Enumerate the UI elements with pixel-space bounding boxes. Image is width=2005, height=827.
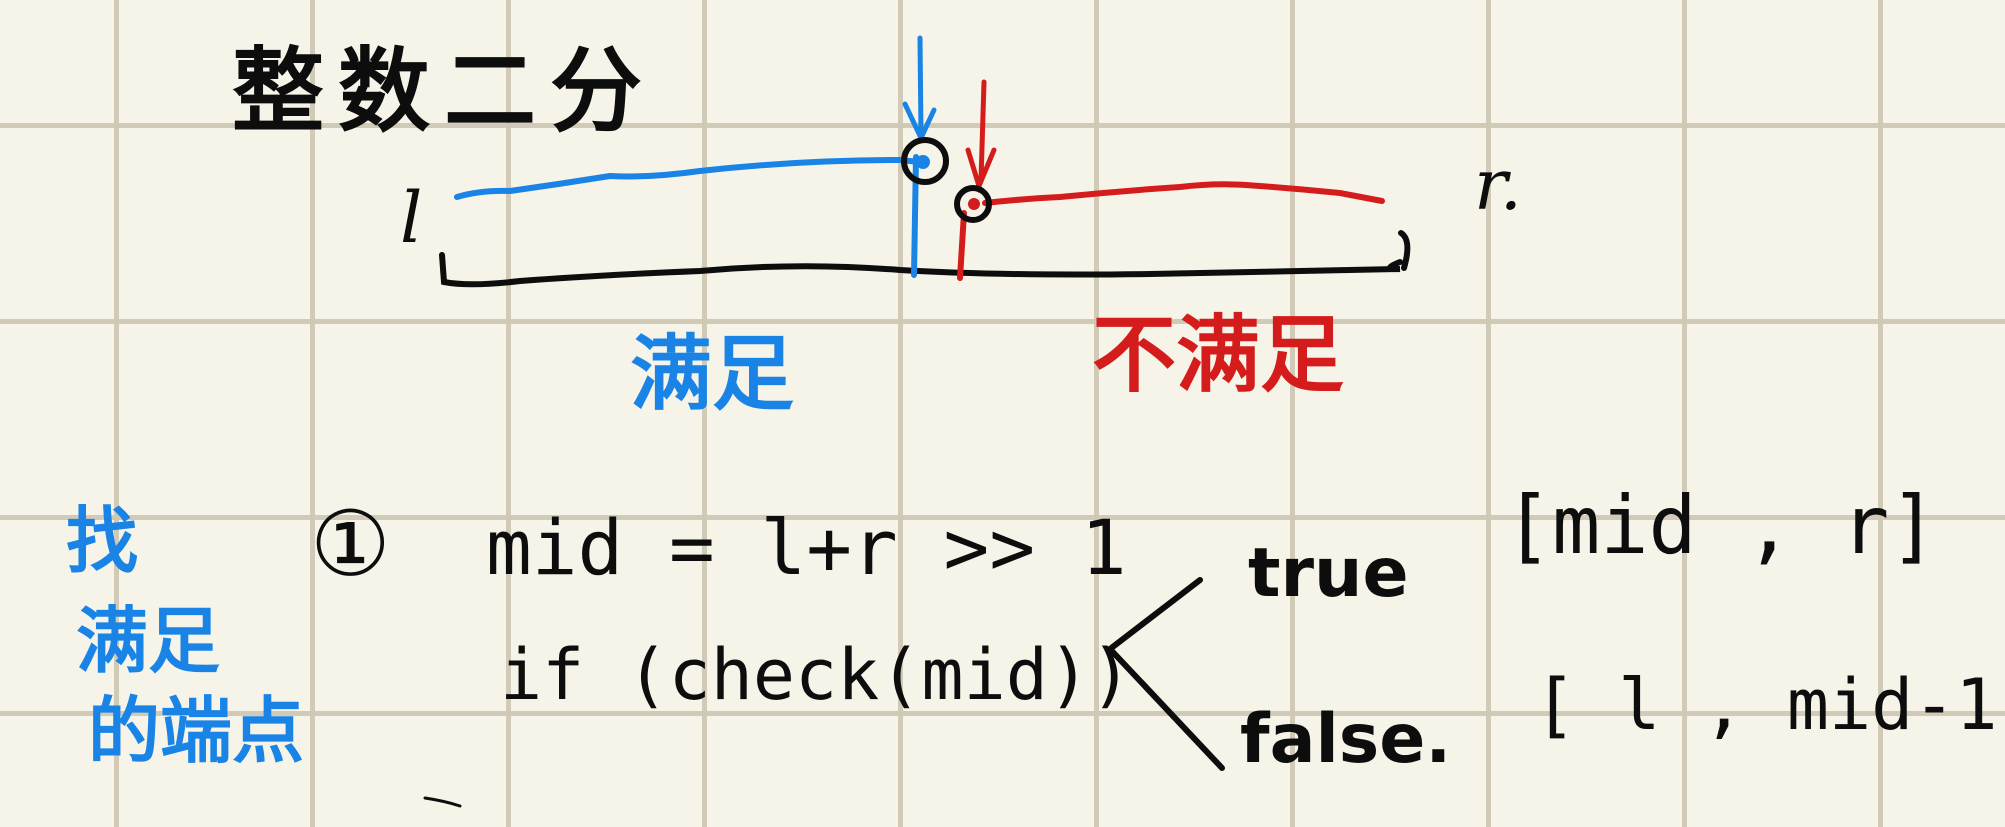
false-condition: false. bbox=[1240, 700, 1452, 779]
blue-boundary-line bbox=[911, 154, 919, 278]
stray-stroke bbox=[423, 796, 462, 808]
not-satisfied-label: 不满足 bbox=[1092, 306, 1345, 404]
title: 整数二分 bbox=[232, 38, 657, 145]
side-note-line-1: 找 bbox=[66, 499, 139, 583]
true-interval: [mid , r] bbox=[1504, 479, 1938, 572]
segment-baseline bbox=[439, 252, 1403, 288]
blue-down-arrow bbox=[902, 35, 937, 144]
left-endpoint-label: l bbox=[400, 177, 423, 259]
step-number: ① bbox=[310, 492, 391, 597]
if-check-line: if (check(mid)) bbox=[500, 634, 1133, 716]
side-note-line-3: 的端点 bbox=[88, 689, 305, 773]
red-boundary-line bbox=[957, 210, 967, 281]
satisfied-label: 满足 bbox=[630, 327, 795, 422]
right-endpoint-label: r. bbox=[1474, 144, 1523, 226]
false-interval: [ l , mid-1] bbox=[1534, 664, 2005, 746]
red-dot bbox=[968, 198, 980, 210]
blue-satisfied-line bbox=[454, 156, 923, 200]
notebook-canvas: 整数二分 l r. 满足 不满足 找 满足 的端点 ① mid = l+r >>… bbox=[0, 0, 2005, 827]
red-not-satisfied-line bbox=[982, 181, 1385, 206]
mid-formula: mid = l+r >> 1 bbox=[486, 503, 1127, 592]
blue-dot bbox=[916, 155, 930, 169]
red-down-arrow bbox=[965, 79, 997, 194]
true-condition: true bbox=[1248, 534, 1409, 613]
side-note-line-2: 满足 bbox=[76, 599, 221, 683]
